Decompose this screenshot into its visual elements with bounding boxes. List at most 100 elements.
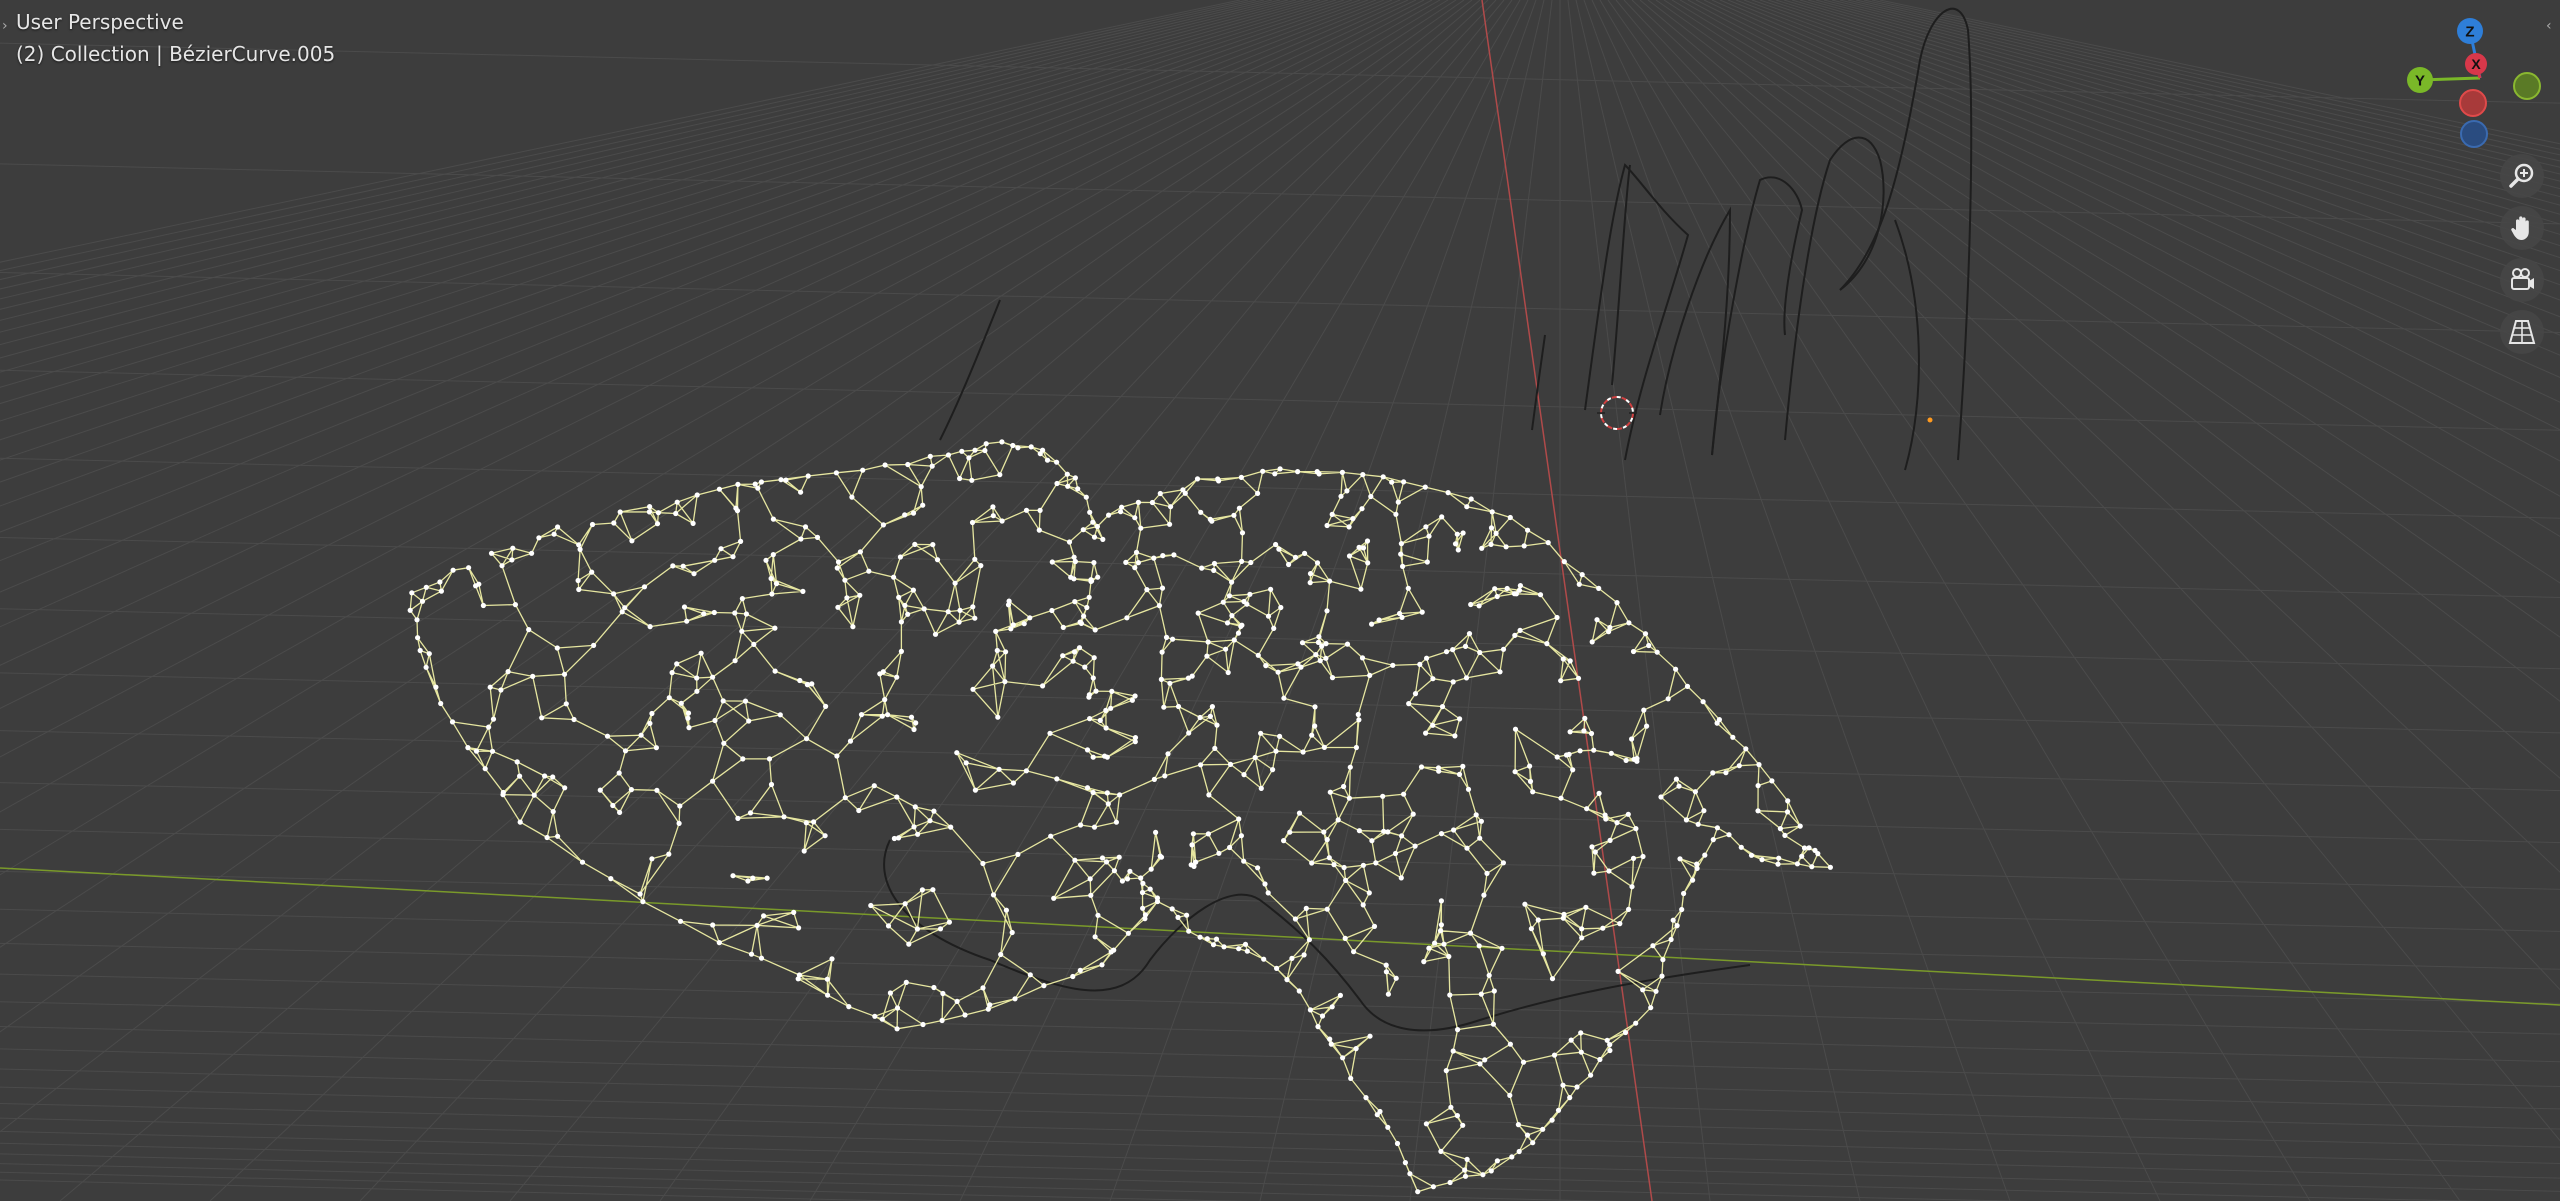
mesh-vertex[interactable] xyxy=(842,577,848,583)
mesh-vertex[interactable] xyxy=(1091,824,1098,830)
mesh-vertex[interactable] xyxy=(1346,795,1352,801)
mesh-vertex[interactable] xyxy=(1522,901,1528,907)
mesh-vertex[interactable] xyxy=(1341,864,1347,871)
mesh-vertex[interactable] xyxy=(1244,948,1250,954)
mesh-vertex[interactable] xyxy=(957,475,963,482)
mesh-vertex[interactable] xyxy=(1347,764,1353,770)
mesh-vertex[interactable] xyxy=(1456,771,1463,778)
mesh-vertex[interactable] xyxy=(1443,1068,1449,1074)
mesh-vertex[interactable] xyxy=(1561,911,1567,918)
mesh-vertex[interactable] xyxy=(711,609,717,616)
mesh-vertex[interactable] xyxy=(498,687,504,693)
mesh-vertex[interactable] xyxy=(1091,534,1098,540)
mesh-vertex[interactable] xyxy=(489,748,496,754)
mesh-vertex[interactable] xyxy=(1479,545,1485,551)
mesh-vertex[interactable] xyxy=(1488,1168,1494,1174)
mesh-vertex[interactable] xyxy=(1175,914,1181,921)
mesh-vertex[interactable] xyxy=(1220,599,1226,605)
mesh-vertex[interactable] xyxy=(1537,592,1544,598)
mesh-vertex[interactable] xyxy=(927,818,933,824)
mesh-vertex[interactable] xyxy=(1054,480,1060,487)
mesh-vertex[interactable] xyxy=(423,664,429,670)
mesh-vertex[interactable] xyxy=(1012,996,1018,1002)
mesh-vertex[interactable] xyxy=(804,682,811,688)
mesh-vertex[interactable] xyxy=(1670,917,1676,923)
mesh-vertex[interactable] xyxy=(1393,511,1399,517)
mesh-vertex[interactable] xyxy=(1170,636,1176,642)
mesh-vertex[interactable] xyxy=(1353,744,1359,751)
mesh-vertex[interactable] xyxy=(1504,585,1510,592)
mesh-vertex[interactable] xyxy=(637,891,643,897)
mesh-vertex[interactable] xyxy=(1640,987,1646,993)
mesh-vertex[interactable] xyxy=(1028,444,1034,450)
mesh-vertex[interactable] xyxy=(1430,676,1436,682)
mesh-vertex[interactable] xyxy=(1673,666,1679,672)
mesh-vertex[interactable] xyxy=(1799,853,1805,859)
mesh-vertex[interactable] xyxy=(1023,507,1030,513)
mesh-vertex[interactable] xyxy=(814,534,821,541)
mesh-vertex[interactable] xyxy=(1226,593,1233,599)
mesh-vertex[interactable] xyxy=(1315,1024,1321,1030)
mesh-vertex[interactable] xyxy=(1168,504,1174,510)
mesh-vertex[interactable] xyxy=(1540,1126,1546,1132)
mesh-vertex[interactable] xyxy=(970,686,976,692)
mesh-vertex[interactable] xyxy=(803,820,809,826)
mesh-vertex[interactable] xyxy=(1084,604,1090,611)
mesh-vertex[interactable] xyxy=(512,602,519,608)
mesh-vertex[interactable] xyxy=(1329,511,1335,517)
gizmo-neg-y-axis[interactable] xyxy=(2513,72,2541,100)
mesh-vertex[interactable] xyxy=(1355,711,1361,718)
mesh-vertex[interactable] xyxy=(1044,457,1051,463)
mesh-vertex[interactable] xyxy=(710,674,716,680)
mesh-vertex[interactable] xyxy=(777,712,783,718)
mesh-vertex[interactable] xyxy=(1119,878,1125,884)
mesh-vertex[interactable] xyxy=(911,824,917,830)
mesh-vertex[interactable] xyxy=(801,848,807,854)
mesh-vertex[interactable] xyxy=(969,519,976,526)
mesh-vertex[interactable] xyxy=(1507,1092,1513,1098)
mesh-vertex[interactable] xyxy=(1450,647,1456,653)
mesh-vertex[interactable] xyxy=(619,609,625,615)
mesh-vertex[interactable] xyxy=(1394,1140,1401,1147)
mesh-vertex[interactable] xyxy=(1412,843,1418,849)
mesh-vertex[interactable] xyxy=(1748,852,1755,858)
mesh-vertex[interactable] xyxy=(932,631,939,637)
mesh-vertex[interactable] xyxy=(783,477,789,483)
mesh-vertex[interactable] xyxy=(433,684,439,690)
mesh-vertex[interactable] xyxy=(894,674,900,680)
mesh-vertex[interactable] xyxy=(849,494,855,500)
mesh-vertex[interactable] xyxy=(980,985,986,991)
mesh-vertex[interactable] xyxy=(1124,615,1130,621)
mesh-vertex[interactable] xyxy=(514,759,520,765)
mesh-vertex[interactable] xyxy=(842,795,848,801)
mesh-vertex[interactable] xyxy=(1714,825,1720,831)
mesh-vertex[interactable] xyxy=(1326,855,1332,861)
mesh-vertex[interactable] xyxy=(1092,627,1098,633)
mesh-vertex[interactable] xyxy=(1313,652,1319,658)
mesh-vertex[interactable] xyxy=(1759,857,1765,863)
mesh-vertex[interactable] xyxy=(758,479,765,485)
mesh-vertex[interactable] xyxy=(1500,646,1507,652)
mesh-vertex[interactable] xyxy=(1002,679,1008,685)
mesh-vertex[interactable] xyxy=(415,635,421,641)
mesh-vertex[interactable] xyxy=(880,669,886,675)
mesh-vertex[interactable] xyxy=(1211,560,1218,567)
mesh-vertex[interactable] xyxy=(735,815,741,822)
mesh-vertex[interactable] xyxy=(1247,591,1253,597)
mesh-vertex[interactable] xyxy=(1683,817,1689,823)
mesh-vertex[interactable] xyxy=(1423,730,1429,736)
mesh-vertex[interactable] xyxy=(972,447,978,453)
mesh-vertex[interactable] xyxy=(1478,818,1484,824)
mesh-vertex[interactable] xyxy=(1426,945,1432,951)
mesh-vertex[interactable] xyxy=(918,484,924,490)
mesh-vertex[interactable] xyxy=(1189,673,1195,679)
mesh-vertex[interactable] xyxy=(1756,762,1762,768)
mesh-vertex[interactable] xyxy=(1438,898,1444,904)
mesh-vertex[interactable] xyxy=(1439,704,1446,710)
mesh-vertex[interactable] xyxy=(879,713,885,719)
mesh-vertex[interactable] xyxy=(1273,541,1279,548)
mesh-vertex[interactable] xyxy=(1473,812,1479,818)
gizmo-neg-x-axis[interactable] xyxy=(2459,89,2487,117)
mesh-vertex[interactable] xyxy=(1410,811,1416,817)
mesh-vertex[interactable] xyxy=(1009,929,1015,936)
